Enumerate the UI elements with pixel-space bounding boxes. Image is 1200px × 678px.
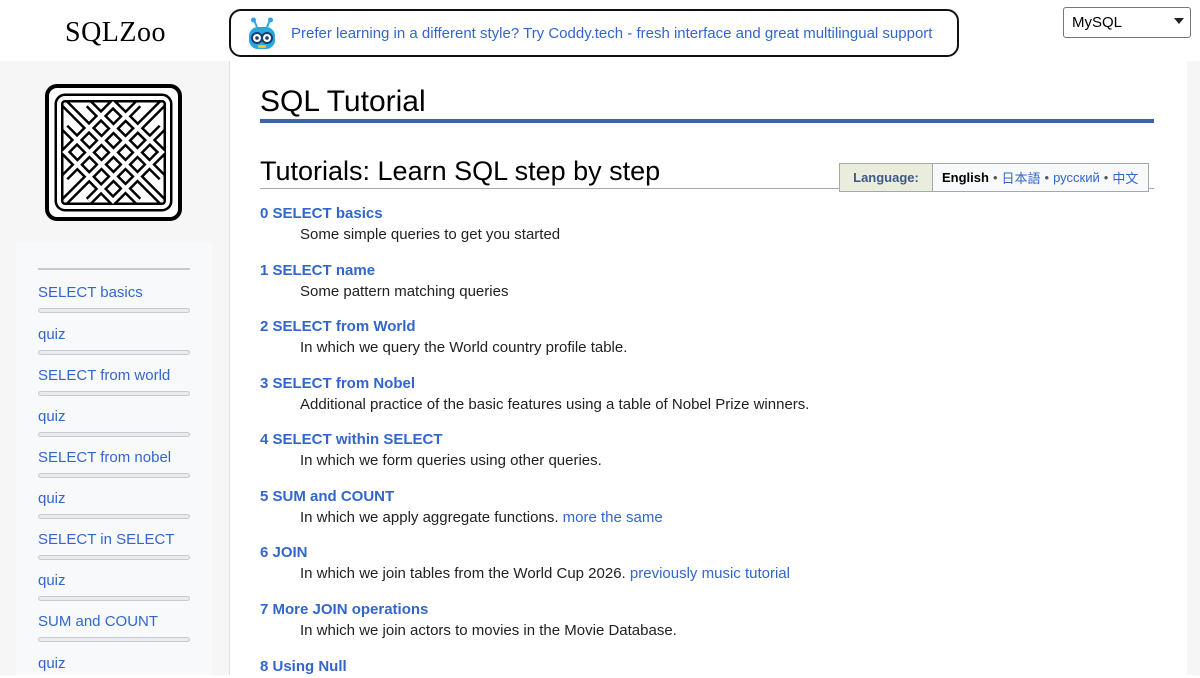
page-title: SQL Tutorial [260, 85, 426, 118]
language-link-ja[interactable]: 日本語 [1002, 168, 1041, 187]
language-link-ru[interactable]: русский [1053, 170, 1100, 185]
left-panel: SELECT basics quiz SELECT from world qui… [0, 61, 229, 675]
tutorial-description-text: Some simple queries to get you started [300, 226, 561, 243]
sidebar-item[interactable]: SELECT basics [38, 284, 190, 313]
sidebar-item-label[interactable]: SELECT from world [38, 367, 190, 387]
tutorial-description-text: In which we join tables from the World C… [300, 565, 626, 582]
progress-bar [38, 391, 190, 396]
sidebar-nav: SELECT basics quiz SELECT from world qui… [16, 242, 212, 675]
tutorial-link[interactable]: 2 SELECT from World [260, 318, 1140, 338]
progress-bar [38, 432, 190, 437]
nav-divider [38, 268, 190, 270]
language-current: English [942, 170, 989, 185]
separator-dot: • [992, 170, 998, 185]
sidebar-item-label[interactable]: quiz [38, 572, 190, 592]
separator-dot: • [1044, 170, 1050, 185]
sidebar-item-label[interactable]: quiz [38, 408, 190, 428]
title-divider [260, 119, 1154, 123]
tutorial-description-text: In which we join actors to movies in the… [300, 622, 677, 639]
tutorial-item: 5 SUM and COUNT In which we apply aggreg… [260, 488, 1140, 526]
sidebar-item-label[interactable]: SUM and COUNT [38, 613, 190, 633]
progress-bar [38, 555, 190, 560]
sidebar-item-label[interactable]: quiz [38, 655, 190, 675]
tutorial-link[interactable]: 0 SELECT basics [260, 205, 1140, 225]
tutorial-description-text: Some pattern matching queries [300, 283, 509, 300]
sidebar-item[interactable]: quiz [38, 490, 190, 519]
sidebar-item[interactable]: SUM and COUNT [38, 613, 190, 642]
tutorial-item: 3 SELECT from Nobel Additional practice … [260, 375, 1140, 413]
sidebar-item[interactable]: SELECT from world [38, 367, 190, 396]
language-label: Language: [840, 164, 933, 191]
tutorial-description: In which we form queries using other que… [300, 452, 1140, 469]
tutorial-description: Some pattern matching queries [300, 283, 1140, 300]
language-link-zh[interactable]: 中文 [1112, 168, 1138, 187]
tutorial-description-text: In which we form queries using other que… [300, 452, 602, 469]
sidebar-item[interactable]: quiz [38, 572, 190, 601]
tutorial-item: 2 SELECT from World In which we query th… [260, 318, 1140, 356]
sidebar-item-label[interactable]: SELECT basics [38, 284, 190, 304]
tutorial-item: 7 More JOIN operations In which we join … [260, 601, 1140, 639]
sidebar-item-label[interactable]: quiz [38, 326, 190, 346]
database-select-value: MySQL [1072, 14, 1123, 31]
scrollbar-gutter[interactable] [1187, 61, 1200, 675]
tutorial-description: In which we join actors to movies in the… [300, 622, 1140, 639]
tutorial-description: In which we join tables from the World C… [300, 565, 1140, 582]
tutorial-item: 4 SELECT within SELECT In which we form … [260, 431, 1140, 469]
database-select[interactable]: MySQL [1063, 7, 1191, 38]
tutorial-link[interactable]: 3 SELECT from Nobel [260, 375, 1140, 395]
tutorial-link[interactable]: 7 More JOIN operations [260, 601, 1140, 621]
promo-banner[interactable]: Prefer learning in a different style? Tr… [229, 9, 959, 57]
sidebar-item-label[interactable]: SELECT in SELECT [38, 531, 190, 551]
tutorial-link[interactable]: 5 SUM and COUNT [260, 488, 1140, 508]
tutorial-link[interactable]: 6 JOIN [260, 544, 1140, 564]
sidebar-item[interactable]: SELECT in SELECT [38, 531, 190, 560]
tutorial-link[interactable]: 1 SELECT name [260, 262, 1140, 282]
tutorial-item: 6 JOIN In which we join tables from the … [260, 544, 1140, 582]
tutorial-description: In which we query the World country prof… [300, 339, 1140, 356]
sidebar-item[interactable]: quiz [38, 655, 190, 675]
site-title[interactable]: SQLZoo [65, 17, 166, 49]
tutorial-item: 8 Using Null [260, 658, 1140, 678]
tutorial-description: In which we apply aggregate functions. m… [300, 509, 1140, 526]
tutorial-description: Additional practice of the basic feature… [300, 396, 1140, 413]
tutorial-item: 1 SELECT name Some pattern matching quer… [260, 262, 1140, 300]
language-options: English • 日本語 • русский • 中文 [933, 164, 1138, 191]
tutorial-description-text: In which we apply aggregate functions. [300, 509, 559, 526]
tutorial-item: 0 SELECT basics Some simple queries to g… [260, 205, 1140, 243]
robot-mascot-icon [249, 17, 275, 49]
tutorial-description-text: In which we query the World country prof… [300, 339, 628, 356]
progress-bar [38, 514, 190, 519]
progress-bar [38, 350, 190, 355]
sidebar-item[interactable]: SELECT from nobel [38, 449, 190, 478]
section-title: Tutorials: Learn SQL step by step [260, 156, 661, 186]
main-content: SQL Tutorial Tutorials: Learn SQL step b… [229, 61, 1188, 675]
promo-link[interactable]: Prefer learning in a different style? Tr… [291, 25, 932, 42]
separator-dot: • [1103, 170, 1109, 185]
progress-bar [38, 473, 190, 478]
tutorial-description: Some simple queries to get you started [300, 226, 1140, 243]
language-box: Language: English • 日本語 • русский • 中文 [839, 163, 1149, 192]
sidebar-item[interactable]: quiz [38, 408, 190, 437]
sidebar-item[interactable]: quiz [38, 326, 190, 355]
sidebar-item-label[interactable]: SELECT from nobel [38, 449, 190, 469]
progress-bar [38, 596, 190, 601]
tutorial-link[interactable]: 8 Using Null [260, 658, 1140, 678]
progress-bar [38, 637, 190, 642]
progress-bar [38, 308, 190, 313]
celtic-knot-logo[interactable] [45, 84, 182, 221]
sidebar-item-label[interactable]: quiz [38, 490, 190, 510]
tutorial-description-text: Additional practice of the basic feature… [300, 396, 810, 413]
chevron-down-icon [1174, 18, 1184, 24]
tutorial-link[interactable]: 4 SELECT within SELECT [260, 431, 1140, 451]
tutorial-extra-link[interactable]: more the same [563, 509, 663, 526]
tutorial-extra-link[interactable]: previously music tutorial [630, 565, 790, 582]
